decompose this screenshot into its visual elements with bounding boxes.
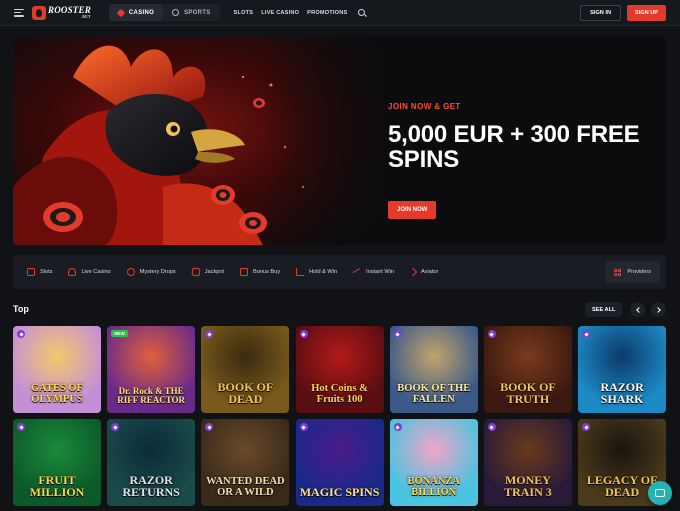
game-title: WANTED DEAD OR A WILD (206, 476, 285, 498)
join-now-button[interactable]: JOIN NOW (388, 201, 437, 219)
instant-win-icon (352, 268, 362, 276)
casino-sports-toggle: CASINO SPORTS (108, 4, 220, 21)
game-tile[interactable]: NEW Dr. Rock & THE RIFF REACTOR (107, 326, 196, 413)
search-icon[interactable] (358, 9, 366, 16)
game-tile[interactable]: MAGIC SPINS (295, 419, 384, 506)
game-title: FRUIT MILLION (29, 473, 85, 499)
game-tile[interactable]: BOOK OF TRUTH (483, 326, 572, 413)
category-jackpot[interactable]: Jackpot (191, 267, 224, 277)
new-badge: NEW (111, 330, 128, 337)
chevron-left-icon (635, 306, 642, 313)
category-live-casino[interactable]: Live Casino (68, 268, 111, 276)
game-tile[interactable]: BONANZA BILLION (389, 419, 478, 506)
auth-buttons: SIGN IN SIGN UP (580, 4, 666, 21)
mystery-drops-icon (126, 268, 135, 276)
carousel-next-button[interactable] (651, 302, 666, 317)
see-all-button[interactable]: SEE ALL (585, 302, 623, 317)
game-tile[interactable]: RAZOR SHARK (578, 326, 667, 413)
favorite-icon[interactable] (582, 330, 591, 338)
top-header: ROOSTER .BET CASINO SPORTS SLOTS LIVE CA… (0, 0, 680, 26)
favorite-icon[interactable] (205, 423, 214, 431)
carousel-prev-button[interactable] (630, 302, 645, 317)
page: ROOSTER .BET CASINO SPORTS SLOTS LIVE CA… (0, 0, 680, 511)
category-instant-win[interactable]: Instant Win (352, 268, 394, 276)
favorite-icon[interactable] (487, 330, 496, 338)
game-title: MONEY TRAIN 3 (504, 473, 552, 499)
chat-button[interactable] (648, 481, 672, 505)
jackpot-icon (191, 267, 201, 277)
category-hold-win[interactable]: Hold & Win (296, 268, 337, 276)
game-tile[interactable]: FRUIT MILLION (13, 419, 101, 506)
sports-ball-icon (172, 9, 180, 16)
logo[interactable]: ROOSTER .BET (32, 5, 91, 20)
game-title: Dr. Rock & THE RIFF REACTOR (117, 386, 186, 405)
favorite-icon[interactable] (393, 423, 402, 431)
favorite-icon[interactable] (393, 330, 402, 338)
game-tile[interactable]: BOOK OF THE FALLEN (389, 326, 478, 413)
nav-slots[interactable]: SLOTS (234, 10, 254, 16)
slots-icon (27, 268, 35, 276)
logo-sub: .BET (81, 14, 91, 19)
aviator-icon (408, 267, 418, 277)
category-bar: Slots Live Casino Mystery Drops Jackpot … (13, 255, 666, 289)
game-title: BOOK OF THE FALLEN (397, 383, 471, 405)
sports-tab[interactable]: SPORTS (163, 4, 219, 21)
hero-banner[interactable]: JOIN NOW & GET 5,000 EUR + 300 FREE SPIN… (13, 37, 666, 245)
promo-kicker: JOIN NOW & GET (388, 102, 461, 111)
chat-icon (655, 489, 665, 497)
main-nav: SLOTS LIVE CASINO PROMOTIONS (234, 10, 356, 16)
favorite-icon[interactable] (299, 330, 308, 338)
sign-up-button[interactable]: SIGN UP (626, 4, 666, 21)
game-tile[interactable]: WANTED DEAD OR A WILD (201, 419, 290, 506)
favorite-icon[interactable] (17, 423, 25, 431)
casino-tab-label: CASINO (128, 9, 155, 16)
menu-icon[interactable] (14, 8, 24, 17)
game-tile[interactable]: GATES OF OLYMPUS (13, 326, 101, 413)
game-grid: GATES OF OLYMPUS NEW Dr. Rock & THE RIFF R… (13, 326, 668, 506)
category-slots[interactable]: Slots (27, 268, 52, 276)
rooster-logo-icon (32, 5, 46, 20)
favorite-icon[interactable] (299, 423, 308, 431)
nav-live-casino[interactable]: LIVE CASINO (261, 10, 299, 16)
game-title: BONANZA BILLION (407, 476, 460, 498)
bonus-buy-icon (240, 268, 249, 276)
chevron-right-icon (654, 306, 661, 313)
casino-tab[interactable]: CASINO (108, 4, 164, 21)
sports-tab-label: SPORTS (184, 9, 211, 16)
game-title: BOOK OF TRUTH (500, 380, 556, 406)
grid-icon (614, 268, 622, 276)
game-tile[interactable]: MONEY TRAIN 3 (483, 419, 572, 506)
favorite-icon[interactable] (205, 330, 214, 338)
favorite-icon[interactable] (582, 423, 591, 431)
favorite-icon[interactable] (17, 330, 25, 338)
favorite-icon[interactable] (487, 423, 496, 431)
game-title: GATES OF OLYMPUS (30, 383, 84, 405)
live-casino-icon (68, 268, 77, 276)
game-title: Hot Coins & Fruits 100 (311, 383, 368, 405)
game-title: RAZOR SHARK (600, 380, 644, 406)
game-tile[interactable]: Hot Coins & Fruits 100 (295, 326, 384, 413)
favorite-icon[interactable] (111, 423, 120, 431)
casino-icon (116, 8, 126, 17)
game-title: BOOK OF DEAD (217, 380, 274, 406)
sign-in-button[interactable]: SIGN IN (580, 4, 621, 21)
category-mystery-drops[interactable]: Mystery Drops (126, 268, 176, 276)
category-bonus-buy[interactable]: Bonus Buy (240, 268, 280, 276)
game-title: RAZOR RETURNS (122, 473, 180, 499)
providers-button[interactable]: Providers (605, 261, 660, 283)
game-tile[interactable]: BOOK OF DEAD (201, 326, 290, 413)
game-title: MAGIC SPINS (299, 485, 380, 499)
promo-title: 5,000 EUR + 300 FREE SPINS (388, 121, 640, 173)
game-tile[interactable]: RAZOR RETURNS (107, 419, 196, 506)
hold-win-icon (296, 268, 305, 276)
category-aviator[interactable]: Aviator (408, 267, 438, 277)
nav-promotions[interactable]: PROMOTIONS (307, 10, 347, 16)
section-title-top: Top (13, 304, 29, 314)
